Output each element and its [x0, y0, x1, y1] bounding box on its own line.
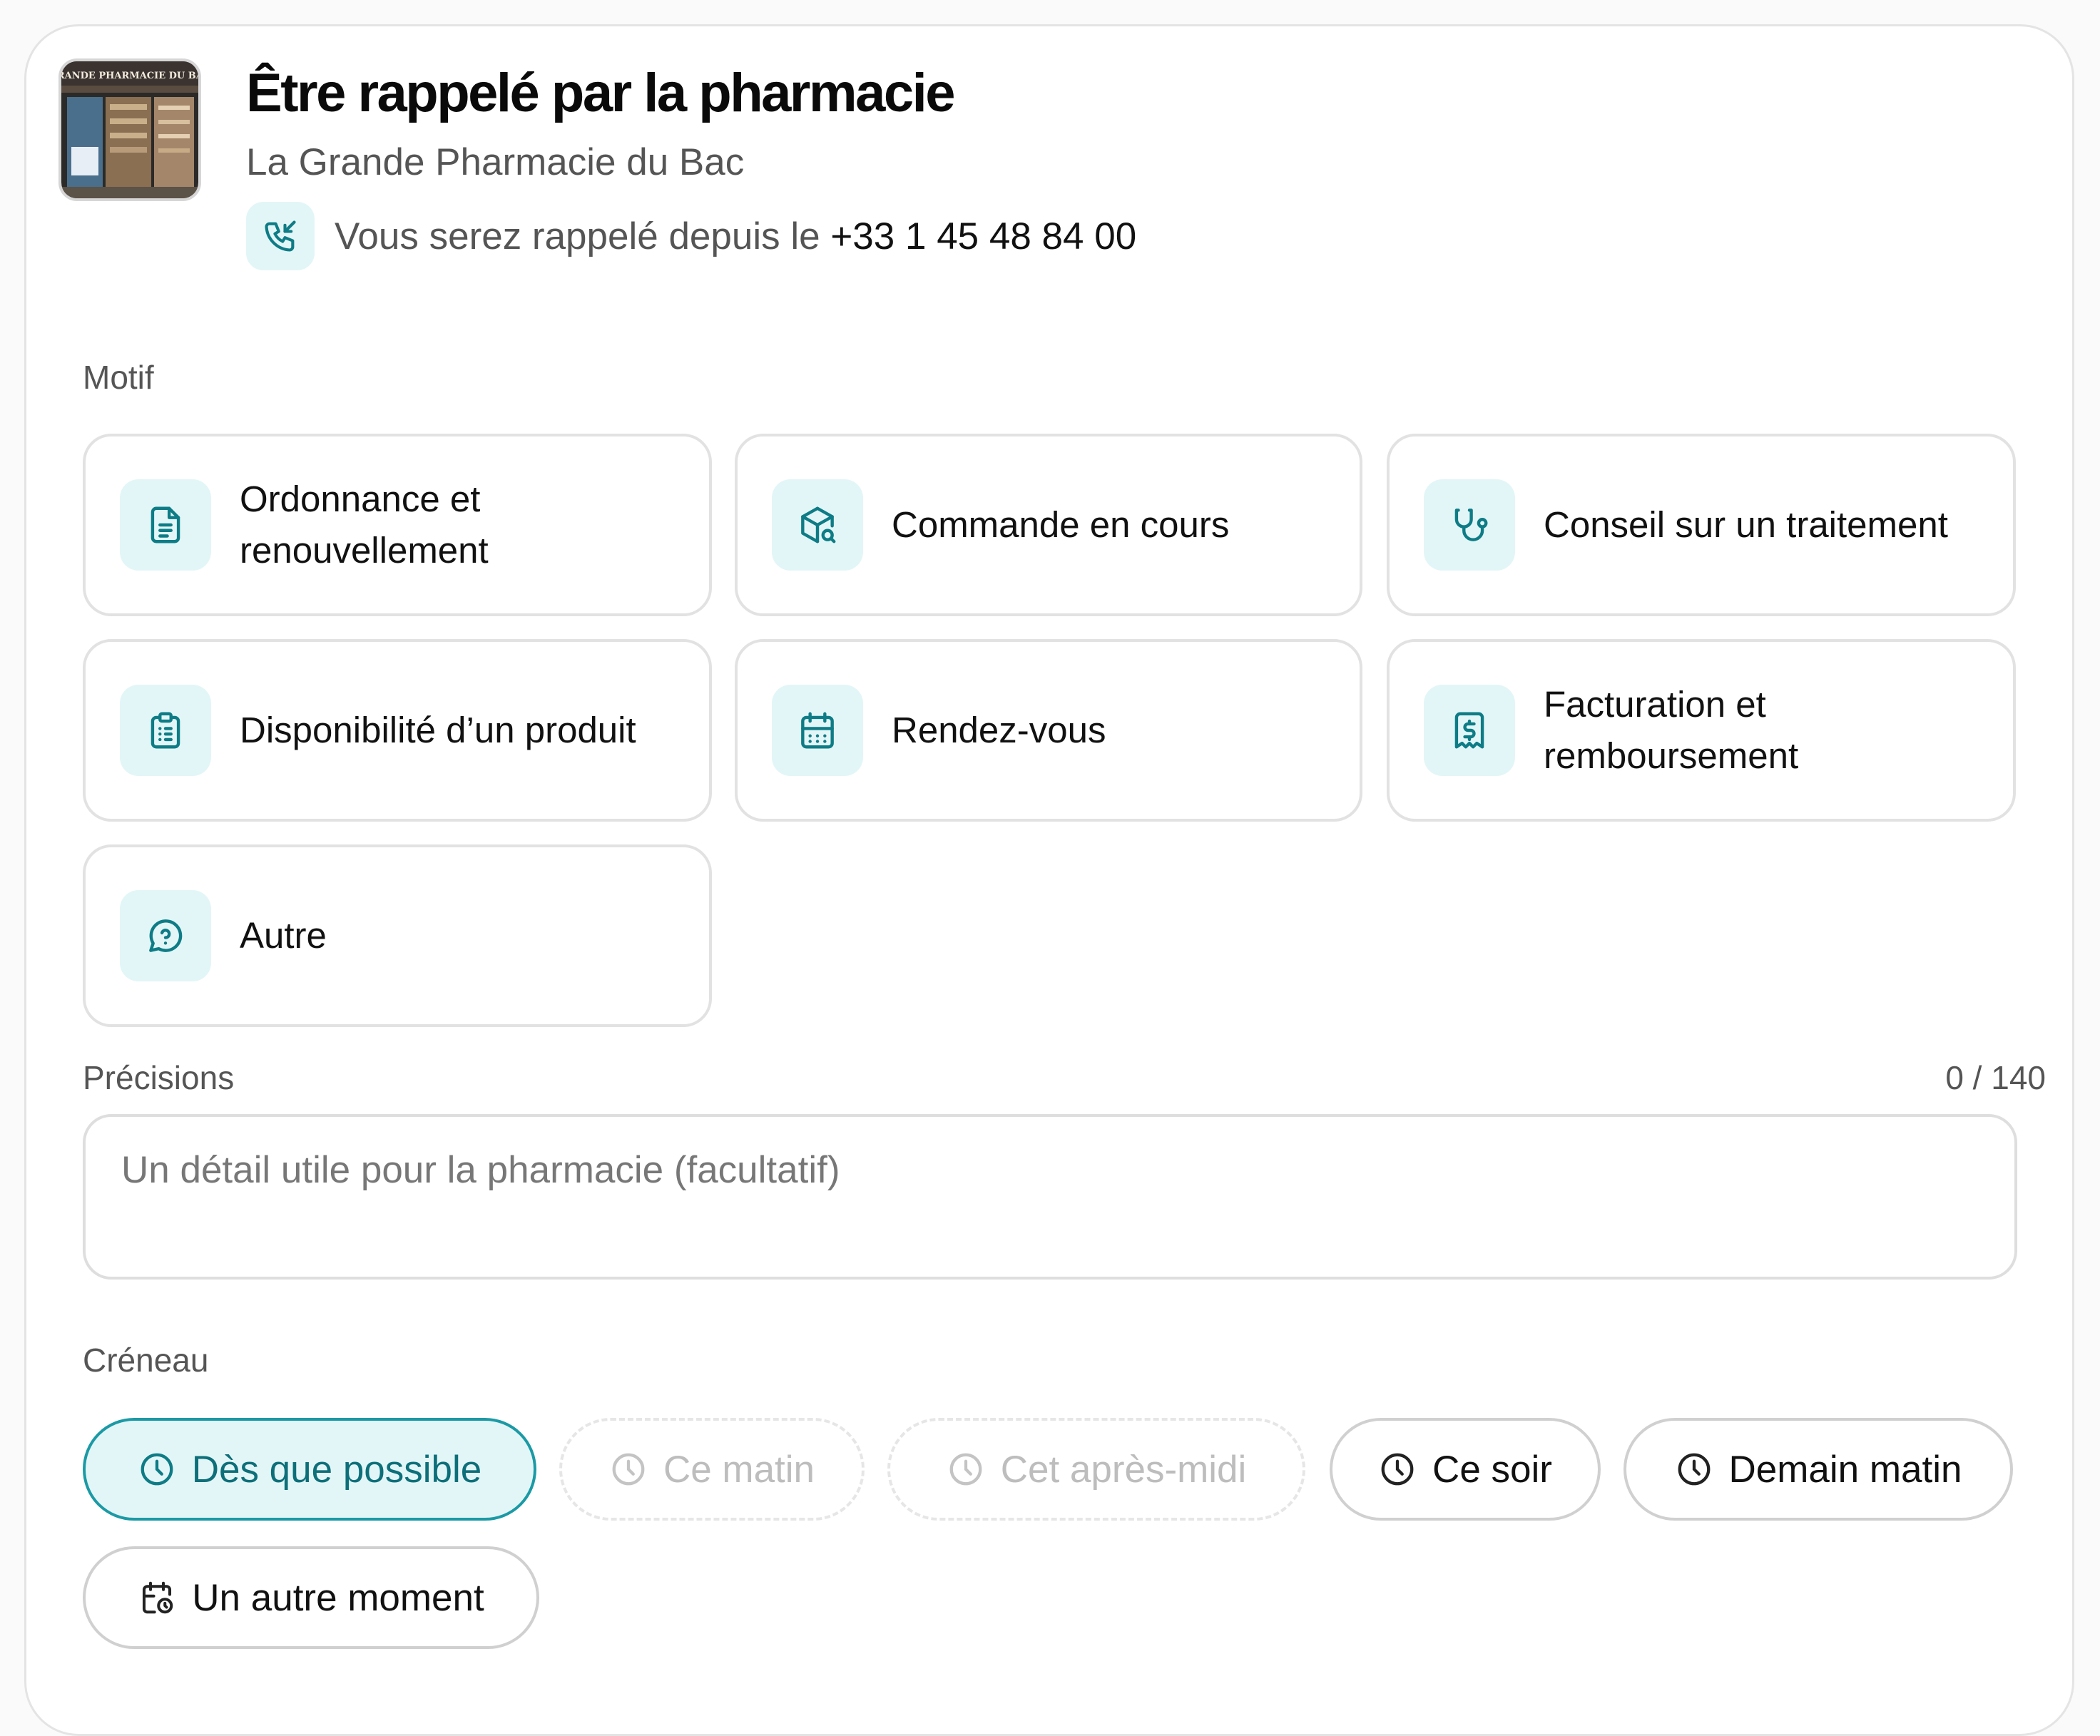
package-search-icon: [772, 479, 863, 571]
svg-text:GRANDE PHARMACIE DU BAC: GRANDE PHARMACIE DU BAC: [61, 71, 198, 81]
slot-label: Ce matin: [663, 1448, 815, 1491]
motif-option-ordonnance[interactable]: Ordonnance et renouvellement: [83, 434, 712, 616]
calendar-clock-icon: [138, 1578, 176, 1617]
document-icon: [120, 479, 211, 571]
page-title: Être rappelé par la pharmacie: [246, 63, 955, 123]
stethoscope-icon: [1424, 479, 1515, 571]
motif-option-label: Autre: [240, 915, 327, 956]
clock-icon: [609, 1450, 648, 1489]
slot-demain-matin[interactable]: Demain matin: [1624, 1418, 2013, 1521]
slot-ce-matin: Ce matin: [559, 1418, 865, 1521]
motif-option-conseil[interactable]: Conseil sur un traitement: [1387, 434, 2016, 616]
motif-option-label: Ordonnance et renouvellement: [240, 479, 489, 571]
receipt-dollar-icon: [1424, 685, 1515, 776]
pharmacy-photo: GRANDE PHARMACIE DU BAC: [58, 58, 201, 201]
motif-option-rendez-vous[interactable]: Rendez-vous: [735, 639, 1362, 822]
motif-option-label: Disponibilité d’un produit: [240, 710, 636, 750]
question-bubble-icon: [120, 890, 211, 981]
slot-label: Ce soir: [1432, 1448, 1552, 1491]
motif-label: Motif: [83, 359, 154, 396]
slot-ce-soir[interactable]: Ce soir: [1330, 1418, 1601, 1521]
motif-option-label: Commande en cours: [892, 504, 1230, 545]
creneau-label: Créneau: [83, 1342, 209, 1379]
clock-icon: [947, 1450, 985, 1489]
precisions-textarea[interactable]: [83, 1114, 2017, 1280]
motif-option-facturation[interactable]: Facturation et remboursement: [1387, 639, 2016, 822]
phone-incoming-icon: [246, 202, 315, 270]
slot-des-que-possible[interactable]: Dès que possible: [83, 1418, 536, 1521]
slot-label: Cet après-midi: [1000, 1448, 1247, 1491]
callback-number: +33 1 45 48 84 00: [830, 215, 1137, 257]
slot-cet-apres-midi: Cet après-midi: [887, 1418, 1305, 1521]
motif-option-autre[interactable]: Autre: [83, 844, 712, 1027]
clock-icon: [1675, 1450, 1713, 1489]
precisions-label: Précisions: [83, 1059, 235, 1096]
callback-info: Vous serez rappelé depuis le +33 1 45 48…: [246, 202, 1136, 270]
motif-option-disponibilite[interactable]: Disponibilité d’un produit: [83, 639, 712, 822]
calendar-icon: [772, 685, 863, 776]
slot-label: Demain matin: [1728, 1448, 1962, 1491]
motif-option-label: Facturation et remboursement: [1544, 684, 1799, 776]
character-counter: 0 / 140: [1945, 1059, 2046, 1096]
clipboard-list-icon: [120, 685, 211, 776]
slot-label: Un autre moment: [192, 1576, 484, 1619]
clock-icon: [138, 1450, 176, 1489]
callback-prefix: Vous serez rappelé depuis le: [335, 215, 820, 257]
motif-option-commande[interactable]: Commande en cours: [735, 434, 1362, 616]
slot-label: Dès que possible: [191, 1448, 482, 1491]
motif-option-label: Rendez-vous: [892, 710, 1106, 750]
clock-icon: [1378, 1450, 1417, 1489]
slot-un-autre-moment[interactable]: Un autre moment: [83, 1546, 539, 1649]
pharmacy-name: La Grande Pharmacie du Bac: [246, 141, 745, 183]
motif-option-label: Conseil sur un traitement: [1544, 504, 1948, 545]
